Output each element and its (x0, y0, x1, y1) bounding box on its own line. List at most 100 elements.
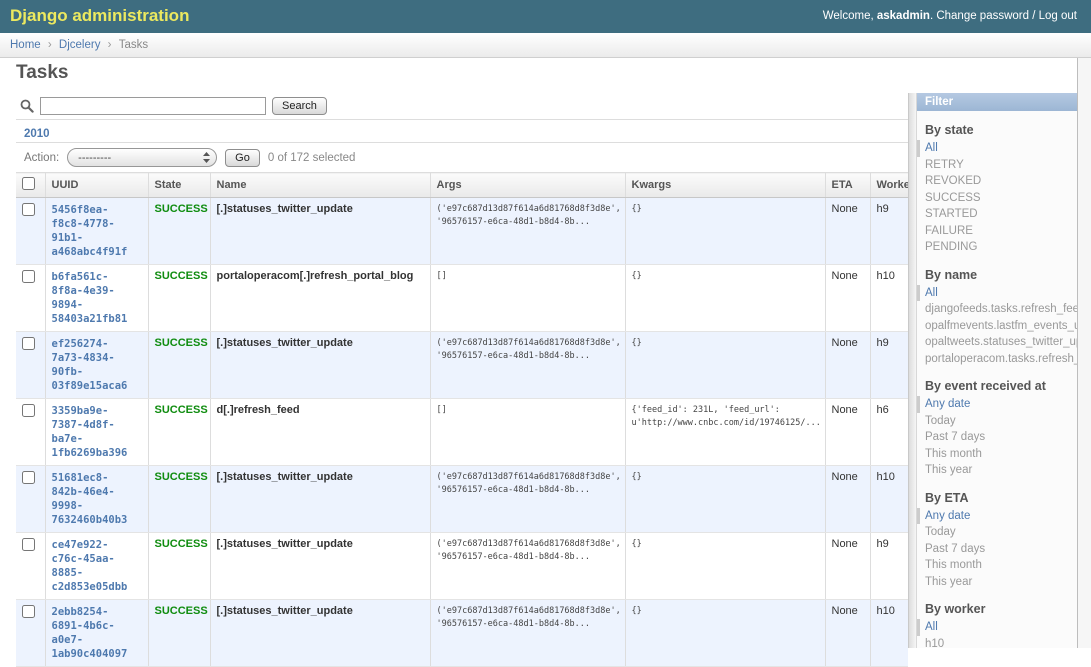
state-badge: SUCCESS (148, 265, 210, 332)
filter-option[interactable]: This month (917, 557, 1077, 574)
args-cell: ('e97c687d13d87f614a6d81768d8f3d8e','965… (430, 533, 625, 600)
filter-option[interactable]: This year (917, 462, 1077, 479)
select-all-header (16, 173, 45, 198)
select-all-checkbox[interactable] (22, 177, 35, 190)
row-checkbox[interactable] (22, 404, 35, 417)
kwargs-cell: {} (625, 600, 825, 667)
select-arrows-icon (200, 151, 213, 164)
table-row: 5456f8ea-f8c8-4778-91b1-a468abc4f91fSUCC… (16, 198, 908, 265)
row-checkbox[interactable] (22, 538, 35, 551)
uuid-link[interactable]: ef256274-7a73-4834-90fb-03f89e15aca6 (52, 337, 142, 393)
table-row: b6fa561c-8f8a-4e39-9894-58403a21fb81SUCC… (16, 265, 908, 332)
search-button[interactable]: Search (272, 97, 327, 115)
column-header-args[interactable]: Args (430, 173, 625, 198)
filter-option[interactable]: FAILURE (917, 223, 1077, 240)
table-row: ef256274-7a73-4834-90fb-03f89e15aca6SUCC… (16, 332, 908, 399)
column-header-kwargs[interactable]: Kwargs (625, 173, 825, 198)
task-name: [.]statuses_twitter_update (210, 533, 430, 600)
site-title[interactable]: Django administration (10, 6, 189, 26)
row-checkbox[interactable] (22, 605, 35, 618)
uuid-cell: b6fa561c-8f8a-4e39-9894-58403a21fb81 (45, 265, 148, 332)
breadcrumb-item-home[interactable]: Home (10, 39, 41, 51)
results-table: UUID State Name Args Kwargs ETA Worker 5… (16, 172, 908, 667)
uuid-link[interactable]: 51681ec8-842b-46e4-9998-7632460b40b3 (52, 471, 142, 527)
date-hierarchy-year-link[interactable]: 2010 (24, 128, 50, 140)
filter-option[interactable]: All (917, 140, 1077, 157)
filter-option[interactable]: Any date (917, 396, 1077, 413)
filter-option[interactable]: portaloperacom.tasks.refresh_p (917, 351, 1077, 368)
search-input[interactable] (40, 97, 266, 115)
actions-bar: Action: --------- Go 0 of 172 selected (16, 143, 908, 172)
results-scrollbar[interactable] (908, 93, 917, 648)
welcome-text: Welcome, (823, 10, 877, 22)
selection-counter: 0 of 172 selected (268, 152, 356, 164)
filter-section-title: By name (925, 268, 1069, 282)
filter-option[interactable]: Today (917, 413, 1077, 430)
state-badge: SUCCESS (148, 600, 210, 667)
args-cell: [] (430, 399, 625, 466)
filter-option[interactable]: SUCCESS (917, 190, 1077, 207)
logout-link[interactable]: Log out (1039, 10, 1077, 22)
row-select-cell (16, 265, 45, 332)
filter-option[interactable]: Past 7 days (917, 429, 1077, 446)
filter-option-list: AllRETRYREVOKEDSUCCESSSTARTEDFAILUREPEND… (917, 140, 1077, 256)
worker-cell: h9 (870, 332, 908, 399)
column-header-uuid[interactable]: UUID (45, 173, 148, 198)
filter-option[interactable]: All (917, 285, 1077, 302)
breadcrumb: Home › Djcelery › Tasks (0, 33, 1091, 58)
eta-cell: None (825, 265, 870, 332)
filter-option[interactable]: REVOKED (917, 173, 1077, 190)
action-select[interactable]: --------- (67, 148, 217, 167)
filter-sections: By stateAllRETRYREVOKEDSUCCESSSTARTEDFAI… (917, 123, 1077, 648)
changelist: Search 2010 Action: --------- Go 0 of 17… (16, 93, 908, 667)
row-checkbox[interactable] (22, 270, 35, 283)
row-checkbox[interactable] (22, 471, 35, 484)
filter-option[interactable]: opaltweets.statuses_twitter_upd (917, 334, 1077, 351)
filter-option[interactable]: This month (917, 446, 1077, 463)
row-checkbox[interactable] (22, 203, 35, 216)
args-cell: ('e97c687d13d87f614a6d81768d8f3d8e','965… (430, 600, 625, 667)
date-hierarchy: 2010 (16, 120, 908, 143)
go-button[interactable]: Go (225, 149, 260, 167)
table-row: ce47e922-c76c-45aa-8885-c2d853e05dbbSUCC… (16, 533, 908, 600)
row-checkbox[interactable] (22, 337, 35, 350)
column-header-state[interactable]: State (148, 173, 210, 198)
state-badge: SUCCESS (148, 533, 210, 600)
window-scrollbar-track[interactable] (1077, 58, 1091, 648)
filter-option[interactable]: Past 7 days (917, 541, 1077, 558)
breadcrumb-item-djcelery[interactable]: Djcelery (59, 39, 101, 51)
column-header-worker[interactable]: Worker (870, 173, 908, 198)
filter-option-list: Any dateTodayPast 7 daysThis monthThis y… (917, 396, 1077, 479)
uuid-link[interactable]: b6fa561c-8f8a-4e39-9894-58403a21fb81 (52, 270, 142, 326)
uuid-link[interactable]: 3359ba9e-7387-4d8f-ba7e-1fb6269ba396 (52, 404, 142, 460)
row-select-cell (16, 466, 45, 533)
user-tools: Welcome, askadmin. Change password / Log… (823, 10, 1077, 22)
args-cell: ('e97c687d13d87f614a6d81768d8f3d8e','965… (430, 332, 625, 399)
column-header-eta[interactable]: ETA (825, 173, 870, 198)
filter-option[interactable]: STARTED (917, 206, 1077, 223)
filter-option[interactable]: Any date (917, 508, 1077, 525)
change-password-link[interactable]: Change password (936, 10, 1029, 22)
uuid-link[interactable]: 2ebb8254-6891-4b6c-a0e7-1ab90c404097 (52, 605, 142, 661)
uuid-link[interactable]: 5456f8ea-f8c8-4778-91b1-a468abc4f91f (52, 203, 142, 259)
filter-option[interactable]: Today (917, 524, 1077, 541)
filter-option[interactable]: PENDING (917, 239, 1077, 256)
task-name: [.]statuses_twitter_update (210, 466, 430, 533)
filter-option[interactable]: This year (917, 574, 1077, 591)
uuid-cell: 5456f8ea-f8c8-4778-91b1-a468abc4f91f (45, 198, 148, 265)
filter-option[interactable]: h10 (917, 636, 1077, 649)
filter-option[interactable]: All (917, 619, 1077, 636)
state-badge: SUCCESS (148, 198, 210, 265)
filter-option[interactable]: djangofeeds.tasks.refresh_feed (917, 301, 1077, 318)
breadcrumb-item-tasks: Tasks (119, 39, 148, 51)
state-badge: SUCCESS (148, 332, 210, 399)
column-header-name[interactable]: Name (210, 173, 430, 198)
row-select-cell (16, 600, 45, 667)
uuid-link[interactable]: ce47e922-c76c-45aa-8885-c2d853e05dbb (52, 538, 142, 594)
uuid-cell: 51681ec8-842b-46e4-9998-7632460b40b3 (45, 466, 148, 533)
filter-option[interactable]: opalfmevents.lastfm_events_upd (917, 318, 1077, 335)
breadcrumb-separator: › (41, 39, 59, 51)
search-toolbar: Search (16, 93, 908, 120)
worker-cell: h10 (870, 466, 908, 533)
filter-option[interactable]: RETRY (917, 157, 1077, 174)
